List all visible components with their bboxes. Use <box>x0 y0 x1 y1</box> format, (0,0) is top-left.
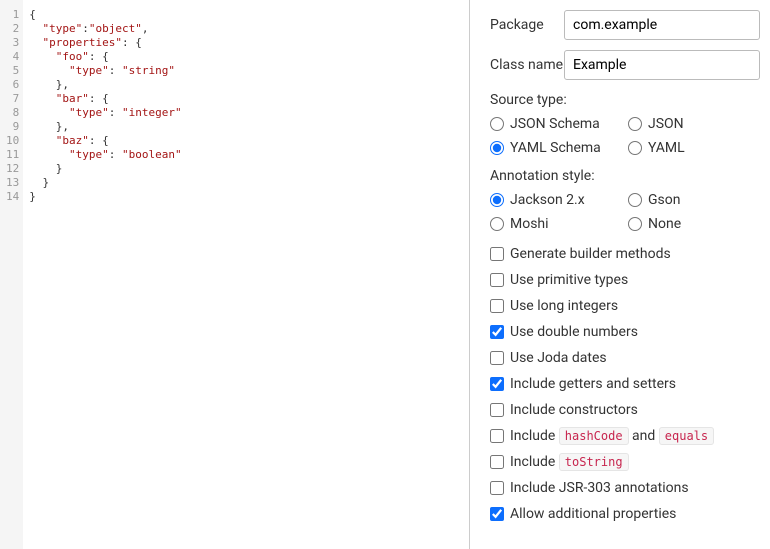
option-checkbox[interactable] <box>490 429 504 443</box>
annotation-group: Jackson 2.x Gson Moshi None <box>490 192 760 232</box>
annotation-radio[interactable] <box>490 193 504 207</box>
radio-label: JSON Schema <box>510 116 600 132</box>
annotation-gson[interactable]: Gson <box>628 192 680 208</box>
option-ctor[interactable]: Include constructors <box>490 402 760 418</box>
source-type-json[interactable]: JSON <box>628 116 684 132</box>
annotation-jackson-2-x[interactable]: Jackson 2.x <box>490 192 610 208</box>
source-type-title: Source type: <box>490 92 760 108</box>
radio-label: Moshi <box>510 216 549 232</box>
option-checkbox[interactable] <box>490 351 504 365</box>
option-joda[interactable]: Use Joda dates <box>490 350 760 366</box>
annotation-title: Annotation style: <box>490 168 760 184</box>
option-double[interactable]: Use double numbers <box>490 324 760 340</box>
option-getset[interactable]: Include getters and setters <box>490 376 760 392</box>
source-type-group: JSON Schema JSON YAML Schema YAML <box>490 116 760 156</box>
option-checkbox[interactable] <box>490 325 504 339</box>
code-editor[interactable]: { "type":"object", "properties": { "foo"… <box>23 0 189 549</box>
option-checkbox[interactable] <box>490 403 504 417</box>
source-type-radio[interactable] <box>490 141 504 155</box>
option-label: Use primitive types <box>510 272 628 288</box>
code-editor-pane: 1 2 3 4 5 6 7 8 9 10 11 12 13 14 { "type… <box>0 0 470 549</box>
code-tag: toString <box>559 453 629 471</box>
options-panel: Package Class name Source type: JSON Sch… <box>470 0 770 549</box>
package-row: Package <box>490 10 760 40</box>
option-label: Use long integers <box>510 298 618 314</box>
radio-label: JSON <box>648 116 684 132</box>
option-checkbox[interactable] <box>490 455 504 469</box>
option-label: Use Joda dates <box>510 350 607 366</box>
annotation-none[interactable]: None <box>628 216 681 232</box>
package-label: Package <box>490 17 564 33</box>
source-type-yaml[interactable]: YAML <box>628 140 685 156</box>
source-type-radio[interactable] <box>628 141 642 155</box>
radio-label: Jackson 2.x <box>510 192 585 208</box>
option-label: Include constructors <box>510 402 638 418</box>
option-label: Include toString <box>510 454 629 470</box>
annotation-moshi[interactable]: Moshi <box>490 216 610 232</box>
source-type-json-schema[interactable]: JSON Schema <box>490 116 610 132</box>
option-label: Allow additional properties <box>510 506 676 522</box>
options-list: Generate builder methods Use primitive ty… <box>490 246 760 522</box>
option-checkbox[interactable] <box>490 481 504 495</box>
annotation-radio[interactable] <box>490 217 504 231</box>
classname-input[interactable] <box>564 50 760 80</box>
line-number-gutter: 1 2 3 4 5 6 7 8 9 10 11 12 13 14 <box>0 0 23 549</box>
radio-label: Gson <box>648 192 680 208</box>
classname-row: Class name <box>490 50 760 80</box>
annotation-radio[interactable] <box>628 193 642 207</box>
radio-label: None <box>648 216 681 232</box>
option-tostring[interactable]: Include toString <box>490 454 760 470</box>
option-builder[interactable]: Generate builder methods <box>490 246 760 262</box>
option-label: Include JSR-303 annotations <box>510 480 689 496</box>
option-primitive[interactable]: Use primitive types <box>490 272 760 288</box>
option-checkbox[interactable] <box>490 299 504 313</box>
code-tag: equals <box>659 427 714 445</box>
option-addlprops[interactable]: Allow additional properties <box>490 506 760 522</box>
option-hashcode[interactable]: Include hashCode and equals <box>490 428 760 444</box>
option-label: Use double numbers <box>510 324 638 340</box>
code-tag: hashCode <box>559 427 629 445</box>
package-input[interactable] <box>564 10 760 40</box>
option-long[interactable]: Use long integers <box>490 298 760 314</box>
annotation-radio[interactable] <box>628 217 642 231</box>
option-checkbox[interactable] <box>490 273 504 287</box>
option-checkbox[interactable] <box>490 507 504 521</box>
source-type-yaml-schema[interactable]: YAML Schema <box>490 140 610 156</box>
source-type-radio[interactable] <box>628 117 642 131</box>
classname-label: Class name <box>490 57 564 73</box>
radio-label: YAML <box>648 140 685 156</box>
option-checkbox[interactable] <box>490 377 504 391</box>
radio-label: YAML Schema <box>510 140 601 156</box>
option-checkbox[interactable] <box>490 247 504 261</box>
option-label: Generate builder methods <box>510 246 671 262</box>
option-label: Include hashCode and equals <box>510 428 714 444</box>
option-jsr303[interactable]: Include JSR-303 annotations <box>490 480 760 496</box>
source-type-radio[interactable] <box>490 117 504 131</box>
option-label: Include getters and setters <box>510 376 676 392</box>
